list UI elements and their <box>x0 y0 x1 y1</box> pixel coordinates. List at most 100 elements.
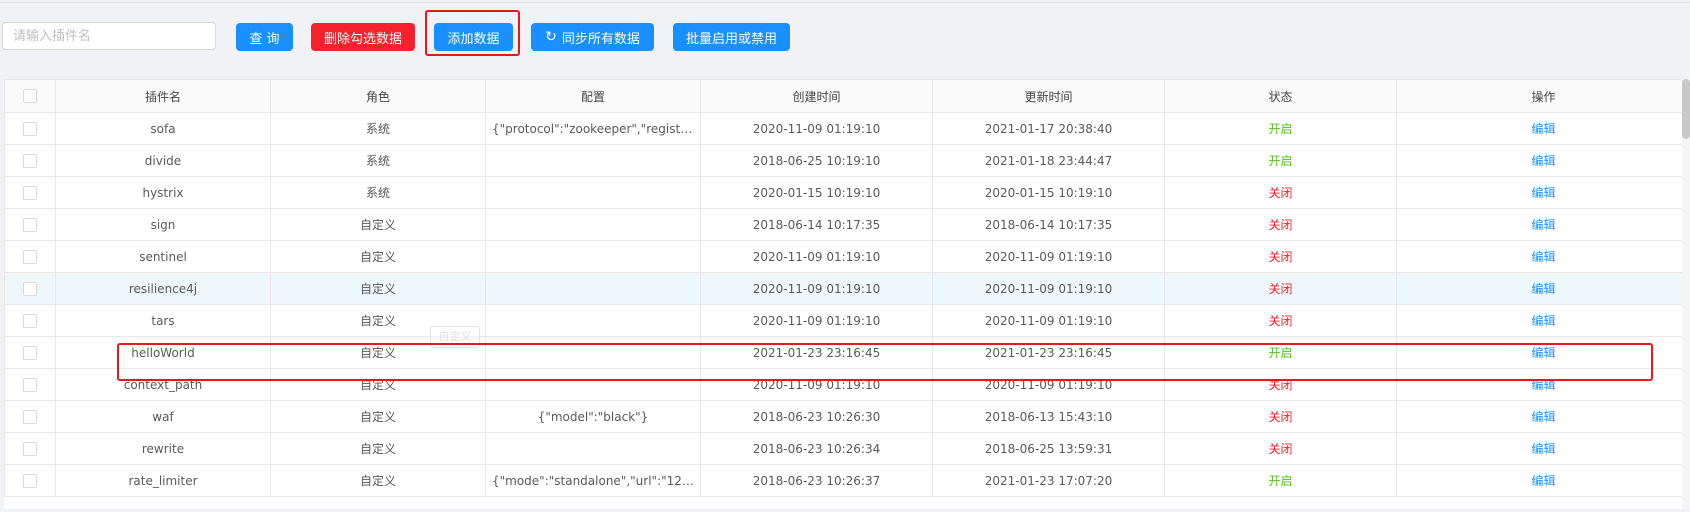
add-data-button[interactable]: 添加数据 <box>434 23 513 51</box>
edit-link[interactable]: 编辑 <box>1396 336 1690 369</box>
status-cell-text: 开启 <box>1268 346 1293 360</box>
edit-link[interactable]: 编辑 <box>1396 112 1690 145</box>
row-checkbox[interactable] <box>23 185 37 200</box>
role-cell-text: 系统 <box>365 154 390 168</box>
edit-link-text[interactable]: 编辑 <box>1531 410 1555 424</box>
updated-time-cell: 2021-01-18 23:44:47 <box>932 144 1165 177</box>
edit-link-text[interactable]: 编辑 <box>1531 218 1555 232</box>
updated-time-cell-text: 2018-06-13 15:43:10 <box>984 409 1113 424</box>
table-row: context_path 自定义 2020-11-09 01:19:10 2020-1… <box>4 368 1690 401</box>
edit-link-text[interactable]: 编辑 <box>1531 282 1555 296</box>
plugin-name-search-input[interactable] <box>2 22 216 50</box>
edit-link[interactable]: 编辑 <box>1396 144 1690 177</box>
column-header-status: 状态 <box>1164 79 1397 113</box>
plugin-name-cell-text: helloWorld <box>131 345 195 360</box>
role-cell-text: 自定义 <box>359 474 396 488</box>
row-checkbox[interactable] <box>23 153 37 168</box>
role-cell-text: 自定义 <box>359 346 396 360</box>
status-cell-text: 关闭 <box>1268 250 1293 264</box>
plugin-name-cell-text: sentinel <box>139 249 187 264</box>
updated-time-cell-text: 2020-11-09 01:19:10 <box>984 249 1113 264</box>
updated-time-cell: 2021-01-23 23:16:45 <box>932 336 1165 369</box>
select-all-checkbox[interactable] <box>23 89 37 104</box>
table-row: rewrite 自定义 2018-06-23 10:26:34 2018-06-25 … <box>4 432 1690 465</box>
created-time-cell-text: 2020-11-09 01:19:10 <box>752 281 881 296</box>
row-select-cell <box>4 464 56 497</box>
created-time-cell: 2020-11-09 01:19:10 <box>700 240 933 273</box>
status-cell: 关闭 <box>1164 272 1397 305</box>
plugin-name-cell-text: rewrite <box>141 441 185 456</box>
edit-link[interactable]: 编辑 <box>1396 240 1690 273</box>
row-checkbox[interactable] <box>23 409 37 424</box>
row-checkbox[interactable] <box>23 441 37 456</box>
row-checkbox[interactable] <box>23 217 37 232</box>
plugin-name-cell-text: divide <box>144 153 182 168</box>
plugin-name-cell: tars <box>55 304 271 337</box>
row-select-cell <box>4 208 56 241</box>
edit-link-text[interactable]: 编辑 <box>1531 346 1555 360</box>
role-cell: 系统 <box>270 144 486 177</box>
column-header-updated: 更新时间 <box>932 79 1165 113</box>
vertical-scrollbar-track[interactable] <box>1682 79 1690 509</box>
row-checkbox[interactable] <box>23 249 37 264</box>
created-time-cell: 2018-06-14 10:17:35 <box>700 208 933 241</box>
created-time-cell-text: 2018-06-23 10:26:37 <box>752 473 881 488</box>
row-checkbox[interactable] <box>23 281 37 296</box>
table-row: rate_limiter 自定义 {"mode":"standalone","url… <box>4 464 1690 497</box>
plugin-name-cell-text: sofa <box>150 121 176 136</box>
select-all-cell <box>4 79 56 113</box>
role-cell-text: 自定义 <box>359 250 396 264</box>
batch-enable-disable-button[interactable]: 批量启用或禁用 <box>673 23 790 51</box>
config-cell-text: {"protocol":"zookeeper","register":"1... <box>492 121 701 136</box>
updated-time-cell: 2018-06-14 10:17:35 <box>932 208 1165 241</box>
edit-link-text[interactable]: 编辑 <box>1531 442 1555 456</box>
delete-selected-button[interactable]: 删除勾选数据 <box>311 23 415 51</box>
edit-link-text[interactable]: 编辑 <box>1531 250 1555 264</box>
plugin-name-cell-text: rate_limiter <box>128 473 198 488</box>
edit-link[interactable]: 编辑 <box>1396 368 1690 401</box>
status-cell: 关闭 <box>1164 368 1397 401</box>
row-checkbox[interactable] <box>23 121 37 136</box>
created-time-cell-text: 2018-06-23 10:26:34 <box>752 441 881 456</box>
edit-link-text[interactable]: 编辑 <box>1531 154 1555 168</box>
plugin-name-cell: hystrix <box>55 176 271 209</box>
plugin-name-cell-text: hystrix <box>142 185 184 200</box>
created-time-cell-text: 2020-11-09 01:19:10 <box>752 121 881 136</box>
status-cell: 关闭 <box>1164 304 1397 337</box>
plugin-name-cell: resilience4j <box>55 272 271 305</box>
edit-link-text[interactable]: 编辑 <box>1531 378 1555 392</box>
row-select-cell <box>4 400 56 433</box>
updated-time-cell: 2021-01-17 20:38:40 <box>932 112 1165 145</box>
row-checkbox[interactable] <box>23 473 37 488</box>
edit-link[interactable]: 编辑 <box>1396 208 1690 241</box>
created-time-cell: 2020-01-15 10:19:10 <box>700 176 933 209</box>
edit-link-text[interactable]: 编辑 <box>1531 474 1555 488</box>
updated-time-cell-text: 2021-01-23 17:07:20 <box>984 473 1113 488</box>
edit-link[interactable]: 编辑 <box>1396 176 1690 209</box>
query-button[interactable]: 查 询 <box>236 23 293 51</box>
edit-link-text[interactable]: 编辑 <box>1531 186 1555 200</box>
status-cell: 开启 <box>1164 112 1397 145</box>
plugin-name-cell: helloWorld <box>55 336 271 369</box>
row-checkbox[interactable] <box>23 345 37 360</box>
status-cell-text: 关闭 <box>1268 314 1293 328</box>
edit-link[interactable]: 编辑 <box>1396 400 1690 433</box>
row-select-cell <box>4 432 56 465</box>
row-checkbox[interactable] <box>23 377 37 392</box>
edit-link[interactable]: 编辑 <box>1396 272 1690 305</box>
edit-link[interactable]: 编辑 <box>1396 432 1690 465</box>
status-cell: 开启 <box>1164 144 1397 177</box>
edit-link-text[interactable]: 编辑 <box>1531 314 1555 328</box>
edit-link-text[interactable]: 编辑 <box>1531 122 1555 136</box>
vertical-scrollbar-thumb[interactable] <box>1682 79 1690 139</box>
sync-all-button[interactable]: ↻ 同步所有数据 <box>531 23 654 51</box>
role-cell-text: 系统 <box>365 122 390 136</box>
edit-link[interactable]: 编辑 <box>1396 304 1690 337</box>
row-checkbox[interactable] <box>23 313 37 328</box>
table-row: hystrix 系统 2020-01-15 10:19:10 2020-01-15 1… <box>4 176 1690 209</box>
row-select-cell <box>4 112 56 145</box>
status-cell-text: 关闭 <box>1268 218 1293 232</box>
role-cell: 自定义 <box>270 464 486 497</box>
config-cell <box>485 176 701 209</box>
edit-link[interactable]: 编辑 <box>1396 464 1690 497</box>
